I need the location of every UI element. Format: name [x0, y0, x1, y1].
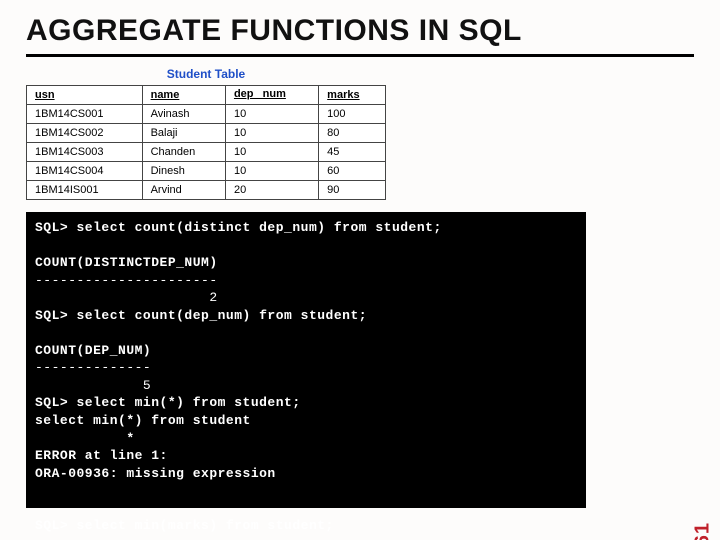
cell-marks: 100	[319, 105, 386, 124]
title-divider	[26, 54, 694, 57]
term-line: SQL> select count(dep_num) from student;	[35, 308, 367, 323]
term-line: select min(*) from student	[35, 413, 251, 428]
term-line: SQL> select count(distinct dep_num) from…	[35, 220, 442, 235]
cell-dep: 10	[225, 105, 318, 124]
cell-marks: 60	[319, 162, 386, 181]
cell-usn: 1BM14CS004	[27, 162, 143, 181]
term-line: SQL> select min(marks) from student;	[35, 518, 334, 533]
student-table-block: Student Table usn name dep_ num marks 1B…	[26, 67, 386, 200]
table-row: 1BM14CS003 Chanden 10 45	[27, 143, 386, 162]
term-line: ----------------------	[35, 273, 218, 288]
term-line: 2	[35, 290, 218, 305]
cell-dep: 10	[225, 162, 318, 181]
cell-marks: 90	[319, 181, 386, 200]
cell-name: Dinesh	[142, 162, 225, 181]
term-line: --------------	[35, 360, 151, 375]
cell-usn: 1BM14CS003	[27, 143, 143, 162]
cell-usn: 1BM14IS001	[27, 181, 143, 200]
cell-usn: 1BM14CS001	[27, 105, 143, 124]
cell-dep: 20	[225, 181, 318, 200]
cell-name: Chanden	[142, 143, 225, 162]
page-number: 61	[691, 522, 714, 540]
term-line: COUNT(DEP_NUM)	[35, 343, 151, 358]
col-marks: marks	[319, 86, 386, 105]
term-line: ORA-00936: missing expression	[35, 466, 276, 481]
table-caption: Student Table	[26, 67, 386, 81]
cell-dep: 10	[225, 124, 318, 143]
slide: AGGREGATE FUNCTIONS IN SQL Student Table…	[0, 0, 720, 540]
table-row: 1BM14CS001 Avinash 10 100	[27, 105, 386, 124]
cell-name: Avinash	[142, 105, 225, 124]
col-usn: usn	[27, 86, 143, 105]
page-title: AGGREGATE FUNCTIONS IN SQL	[26, 14, 694, 48]
cell-name: Arvind	[142, 181, 225, 200]
col-dep-num: dep_ num	[225, 86, 318, 105]
term-line: 5	[35, 378, 151, 393]
cell-dep: 10	[225, 143, 318, 162]
cell-marks: 45	[319, 143, 386, 162]
table-row: 1BM14CS002 Balaji 10 80	[27, 124, 386, 143]
table-row: 1BM14CS004 Dinesh 10 60	[27, 162, 386, 181]
table-row: 1BM14IS001 Arvind 20 90	[27, 181, 386, 200]
term-line: COUNT(DISTINCTDEP_NUM)	[35, 255, 218, 270]
cell-name: Balaji	[142, 124, 225, 143]
col-name: name	[142, 86, 225, 105]
student-table: usn name dep_ num marks 1BM14CS001 Avina…	[26, 85, 386, 200]
table-header-row: usn name dep_ num marks	[27, 86, 386, 105]
term-line: SQL> select min(*) from student;	[35, 395, 301, 410]
term-line: *	[35, 431, 135, 446]
cell-marks: 80	[319, 124, 386, 143]
term-line: ERROR at line 1:	[35, 448, 168, 463]
cell-usn: 1BM14CS002	[27, 124, 143, 143]
sql-terminal: SQL> select count(distinct dep_num) from…	[26, 212, 586, 508]
